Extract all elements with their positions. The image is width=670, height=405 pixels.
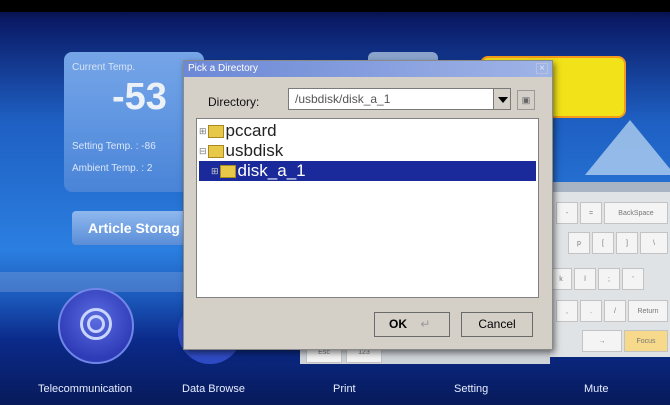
- dialog-title: Pick a Directory: [188, 63, 259, 74]
- key-backspace[interactable]: BackSpace: [604, 202, 668, 224]
- key-k[interactable]: k: [550, 268, 572, 290]
- onscreen-keyboard: - = BackSpace p [ ] \ k l ; ' , . / Retu…: [548, 182, 670, 357]
- nav-setting[interactable]: Setting: [454, 383, 488, 395]
- key-l[interactable]: l: [574, 268, 596, 290]
- tree-item-usbdisk[interactable]: ⊟ usbdisk: [199, 141, 283, 161]
- tree-item-label: pccard: [225, 121, 277, 140]
- key-semicolon[interactable]: ;: [598, 268, 620, 290]
- key-p[interactable]: p: [568, 232, 590, 254]
- key-minus[interactable]: -: [556, 202, 578, 224]
- cancel-button[interactable]: Cancel: [461, 312, 533, 337]
- nav-print[interactable]: Print: [333, 383, 356, 395]
- ok-label: OK: [389, 317, 407, 331]
- main-screen: Current Temp. -53 Setting Temp. : -86 Am…: [0, 0, 670, 405]
- nav-data-browse[interactable]: Data Browse: [182, 383, 245, 395]
- setting-temp-label: Setting Temp. : -86: [72, 141, 156, 152]
- key-comma[interactable]: ,: [556, 300, 578, 322]
- key-equals[interactable]: =: [580, 202, 602, 224]
- tree-item-pccard[interactable]: ⊞ pccard: [199, 121, 277, 141]
- directory-combobox[interactable]: /usbdisk/disk_a_1: [288, 88, 494, 110]
- pick-directory-dialog: Pick a Directory × Directory: /usbdisk/d…: [183, 60, 553, 350]
- expand-icon[interactable]: ⊟: [199, 141, 207, 161]
- ambient-temp-label: Ambient Temp. : 2: [72, 163, 153, 174]
- key-period[interactable]: .: [580, 300, 602, 322]
- folder-icon: [207, 144, 224, 158]
- expand-icon[interactable]: ⊞: [211, 161, 219, 181]
- directory-label: Directory:: [208, 95, 260, 109]
- tree-item-label: disk_a_1: [237, 161, 306, 180]
- key-left-bracket[interactable]: [: [592, 232, 614, 254]
- key-right-bracket[interactable]: ]: [616, 232, 638, 254]
- nav-telecommunication[interactable]: Telecommunication: [38, 383, 132, 395]
- background-mountain: [585, 120, 670, 175]
- telecommunication-icon[interactable]: [58, 288, 134, 364]
- tree-item-disk-a-1[interactable]: ⊞ disk_a_1: [199, 161, 536, 181]
- enter-icon: ↵: [420, 317, 431, 331]
- key-backslash[interactable]: \: [640, 232, 668, 254]
- dialog-titlebar[interactable]: Pick a Directory ×: [184, 61, 552, 77]
- directory-tree[interactable]: ⊞ pccard ⊟ usbdisk ⊞ disk_a_1: [196, 118, 539, 298]
- top-bar: [0, 0, 670, 12]
- new-folder-icon[interactable]: ▣: [517, 90, 535, 110]
- folder-icon: [207, 124, 224, 138]
- key-slash[interactable]: /: [604, 300, 626, 322]
- tree-item-label: usbdisk: [225, 141, 284, 160]
- key-return[interactable]: Return: [628, 300, 668, 322]
- key-arrow-right[interactable]: →: [582, 330, 622, 352]
- chevron-down-icon[interactable]: [493, 88, 511, 110]
- close-icon[interactable]: ×: [536, 63, 548, 74]
- expand-icon[interactable]: ⊞: [199, 121, 207, 141]
- nav-mute[interactable]: Mute: [584, 383, 608, 395]
- current-temp-label: Current Temp.: [72, 62, 136, 73]
- keyboard-titlebar: [548, 182, 670, 192]
- key-quote[interactable]: ': [622, 268, 644, 290]
- key-focus[interactable]: Focus: [624, 330, 668, 352]
- ok-button[interactable]: OK ↵: [374, 312, 450, 337]
- current-temp-value: -53: [112, 76, 167, 118]
- folder-icon: [219, 164, 236, 178]
